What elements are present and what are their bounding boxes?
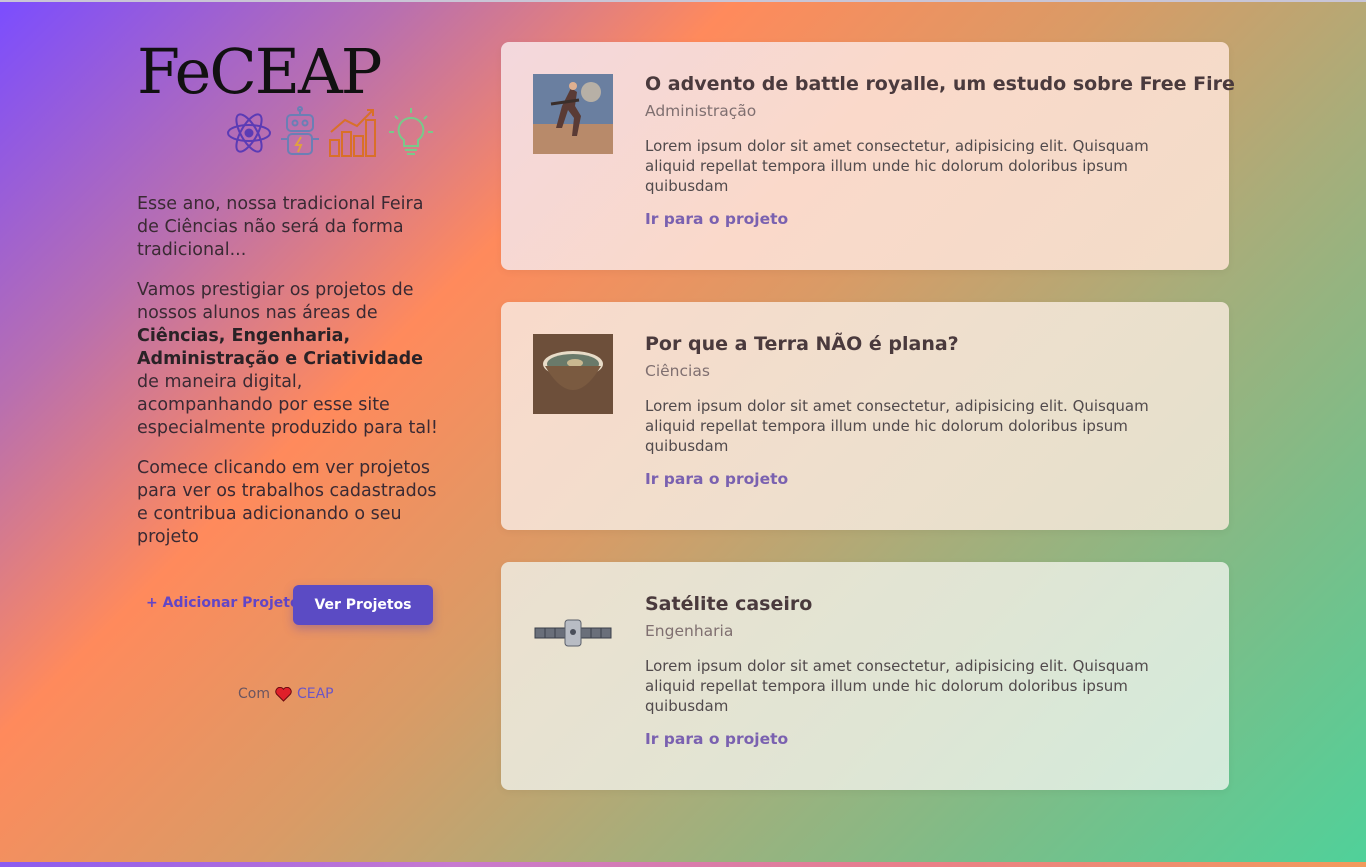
lightbulb-icon — [389, 108, 433, 155]
project-link[interactable]: Ir para o projeto — [645, 470, 788, 488]
project-thumbnail — [533, 594, 613, 674]
project-description: Lorem ipsum dolor sit amet consectetur, … — [645, 137, 1149, 195]
project-card: O advento de battle royalle, um estudo s… — [501, 42, 1235, 270]
project-thumbnail — [533, 334, 613, 414]
project-card: Por que a Terra NÃO é plana? Ciências Lo… — [501, 302, 1229, 530]
project-card: Satélite caseiro Engenharia Lorem ipsum … — [501, 562, 1229, 790]
atom-icon — [227, 113, 271, 153]
project-card-body: Satélite caseiro Engenharia Lorem ipsum … — [645, 590, 1205, 748]
intro-paragraph-3: Comece clicando em ver projetos para ver… — [137, 458, 437, 547]
intro-p2-before: Vamos prestigiar os projetos de nossos a… — [137, 280, 414, 323]
footer-credit: Com CEAP — [238, 686, 334, 702]
intro-areas-highlight: Ciências, Engenharia, Administração e Cr… — [137, 326, 424, 369]
robot-icon — [281, 106, 319, 155]
project-category: Administração — [645, 102, 757, 120]
action-bar: + Adicionar Projeto Ver Projetos — [146, 585, 442, 625]
bottom-border — [0, 862, 1366, 867]
logo: FeCEAP — [137, 35, 383, 108]
project-title: Por que a Terra NÃO é plana? — [645, 333, 959, 355]
project-title: O advento de battle royalle, um estudo s… — [645, 73, 1235, 95]
ceap-link[interactable]: CEAP — [297, 686, 334, 702]
project-thumbnail — [533, 74, 613, 154]
heart-icon — [275, 686, 292, 702]
logo-icons — [225, 106, 437, 160]
project-link[interactable]: Ir para o projeto — [645, 730, 788, 748]
project-title: Satélite caseiro — [645, 593, 813, 615]
project-link[interactable]: Ir para o projeto — [645, 210, 788, 228]
intro-paragraph-1: Esse ano, nossa tradicional Feira de Ciê… — [137, 194, 424, 260]
intro-paragraph-2: Vamos prestigiar os projetos de nossos a… — [137, 279, 442, 440]
project-card-body: Por que a Terra NÃO é plana? Ciências Lo… — [645, 330, 1205, 488]
intro-text: Esse ano, nossa tradicional Feira de Ciê… — [137, 193, 442, 566]
project-description: Lorem ipsum dolor sit amet consectetur, … — [645, 657, 1149, 715]
view-projects-button[interactable]: Ver Projetos — [293, 585, 433, 625]
project-category: Engenharia — [645, 622, 734, 640]
footer-prefix: Com — [238, 686, 270, 702]
project-card-body: O advento de battle royalle, um estudo s… — [645, 70, 1235, 228]
bar-chart-icon — [329, 109, 376, 157]
add-project-link[interactable]: + Adicionar Projeto — [146, 595, 300, 611]
project-description: Lorem ipsum dolor sit amet consectetur, … — [645, 397, 1149, 455]
top-border — [0, 0, 1366, 2]
intro-p2-after: de maneira digital, acompanhando por ess… — [137, 372, 438, 438]
project-category: Ciências — [645, 362, 710, 380]
